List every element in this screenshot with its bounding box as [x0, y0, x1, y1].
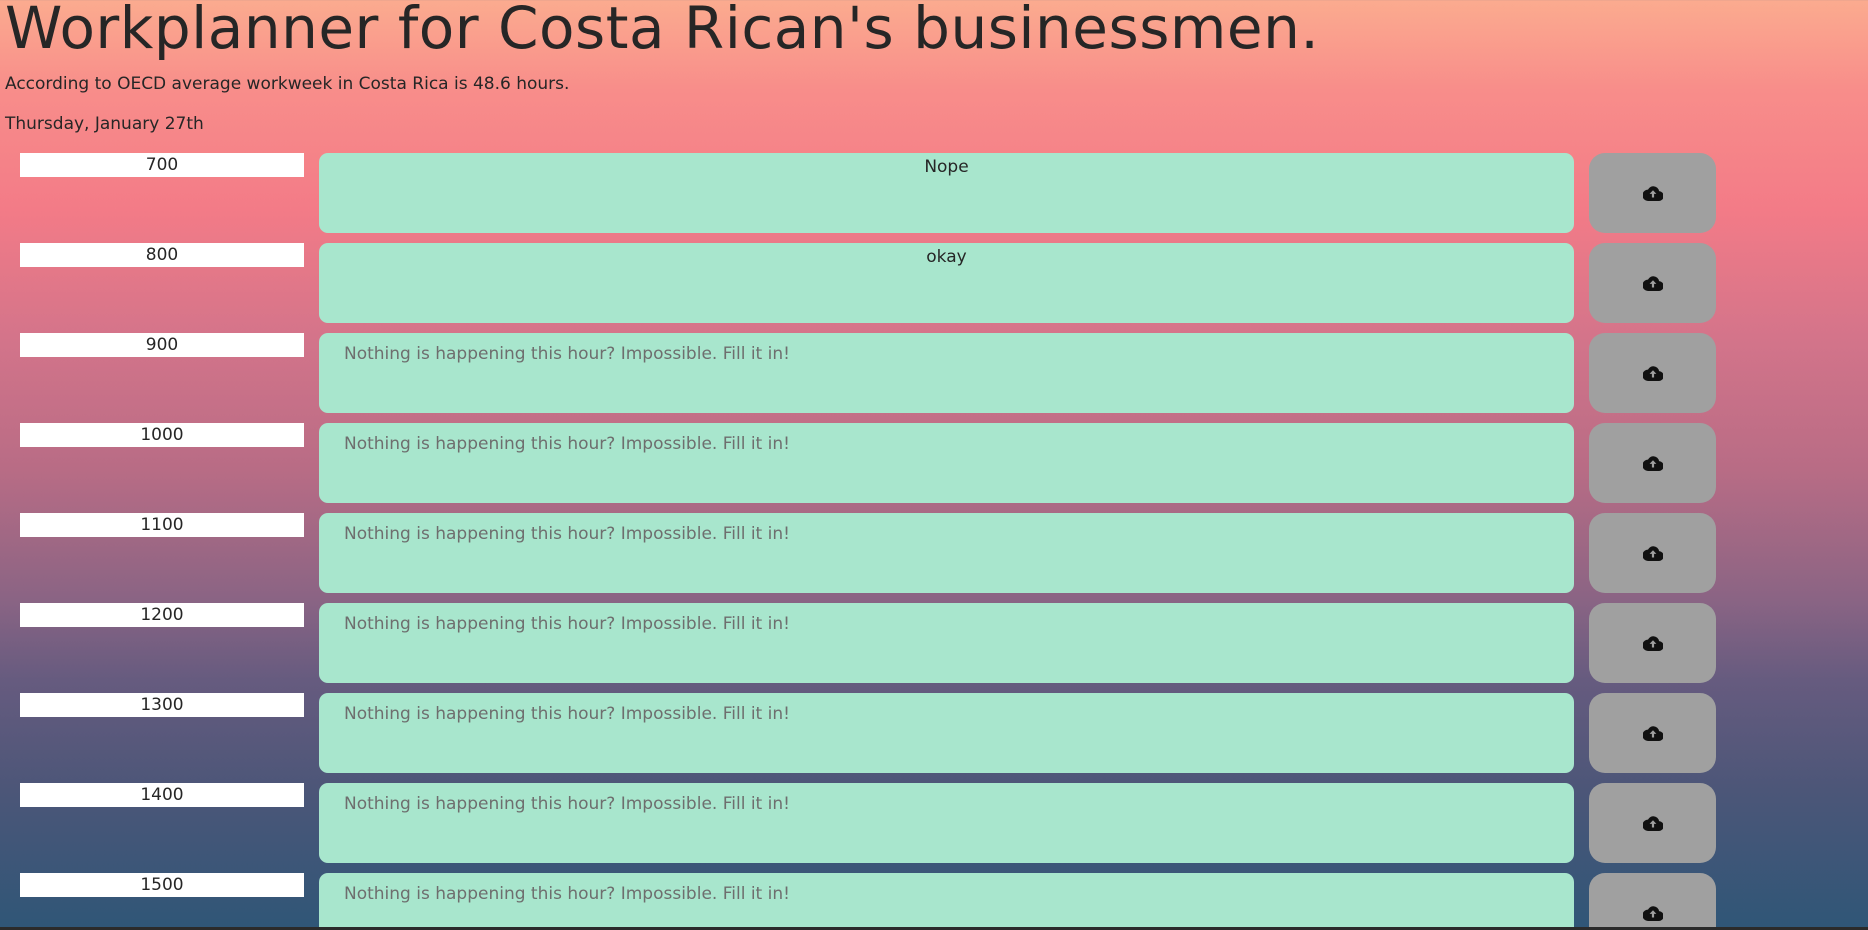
cloud-upload-icon	[1642, 455, 1663, 471]
save-button[interactable]	[1589, 333, 1716, 413]
event-placeholder: Nothing is happening this hour? Impossib…	[344, 434, 790, 454]
save-button[interactable]	[1589, 153, 1716, 233]
event-placeholder: Nothing is happening this hour? Impossib…	[344, 524, 790, 544]
time-block-row: 1000 Nothing is happening this hour? Imp…	[0, 423, 1868, 513]
hour-label: 1200	[20, 603, 304, 627]
event-description[interactable]: Nothing is happening this hour? Impossib…	[319, 693, 1574, 773]
page-subtitle: According to OECD average workweek in Co…	[5, 74, 570, 94]
event-placeholder: Nothing is happening this hour? Impossib…	[344, 344, 790, 364]
event-placeholder: Nothing is happening this hour? Impossib…	[344, 704, 790, 724]
time-block-row: 900 Nothing is happening this hour? Impo…	[0, 333, 1868, 423]
hour-label: 1500	[20, 873, 304, 897]
hour-label: 1300	[20, 693, 304, 717]
cloud-upload-icon	[1642, 725, 1663, 741]
time-block-row: 1200 Nothing is happening this hour? Imp…	[0, 603, 1868, 693]
hour-label: 1000	[20, 423, 304, 447]
time-block-row: 700 Nope	[0, 153, 1868, 243]
event-description[interactable]: Nothing is happening this hour? Impossib…	[319, 783, 1574, 863]
cloud-upload-icon	[1642, 905, 1663, 921]
event-placeholder: Nothing is happening this hour? Impossib…	[344, 884, 790, 904]
save-button[interactable]	[1589, 693, 1716, 773]
save-button[interactable]	[1589, 603, 1716, 683]
event-text: Nope	[924, 157, 969, 177]
event-placeholder: Nothing is happening this hour? Impossib…	[344, 794, 790, 814]
hour-label: 1400	[20, 783, 304, 807]
hour-label: 900	[20, 333, 304, 357]
hour-label: 700	[20, 153, 304, 177]
current-date: Thursday, January 27th	[5, 114, 204, 134]
event-description[interactable]: Nothing is happening this hour? Impossib…	[319, 873, 1574, 930]
time-block-row: 1500 Nothing is happening this hour? Imp…	[0, 873, 1868, 930]
hour-label: 800	[20, 243, 304, 267]
event-description[interactable]: Nope	[319, 153, 1574, 233]
event-description[interactable]: Nothing is happening this hour? Impossib…	[319, 333, 1574, 413]
cloud-upload-icon	[1642, 185, 1663, 201]
event-text: okay	[926, 247, 967, 267]
time-block-row: 1100 Nothing is happening this hour? Imp…	[0, 513, 1868, 603]
time-block-row: 1300 Nothing is happening this hour? Imp…	[0, 693, 1868, 783]
event-placeholder: Nothing is happening this hour? Impossib…	[344, 614, 790, 634]
event-description[interactable]: okay	[319, 243, 1574, 323]
cloud-upload-icon	[1642, 275, 1663, 291]
cloud-upload-icon	[1642, 365, 1663, 381]
cloud-upload-icon	[1642, 545, 1663, 561]
cloud-upload-icon	[1642, 635, 1663, 651]
time-block-list: 700 Nope 800 okay 900 Nothing is happeni…	[0, 153, 1868, 930]
event-description[interactable]: Nothing is happening this hour? Impossib…	[319, 513, 1574, 593]
time-block-row: 800 okay	[0, 243, 1868, 333]
page-title: Workplanner for Costa Rican's businessme…	[5, 0, 1320, 62]
time-block-row: 1400 Nothing is happening this hour? Imp…	[0, 783, 1868, 873]
save-button[interactable]	[1589, 513, 1716, 593]
cloud-upload-icon	[1642, 815, 1663, 831]
hour-label: 1100	[20, 513, 304, 537]
save-button[interactable]	[1589, 783, 1716, 863]
save-button[interactable]	[1589, 243, 1716, 323]
save-button[interactable]	[1589, 423, 1716, 503]
save-button[interactable]	[1589, 873, 1716, 930]
event-description[interactable]: Nothing is happening this hour? Impossib…	[319, 423, 1574, 503]
event-description[interactable]: Nothing is happening this hour? Impossib…	[319, 603, 1574, 683]
